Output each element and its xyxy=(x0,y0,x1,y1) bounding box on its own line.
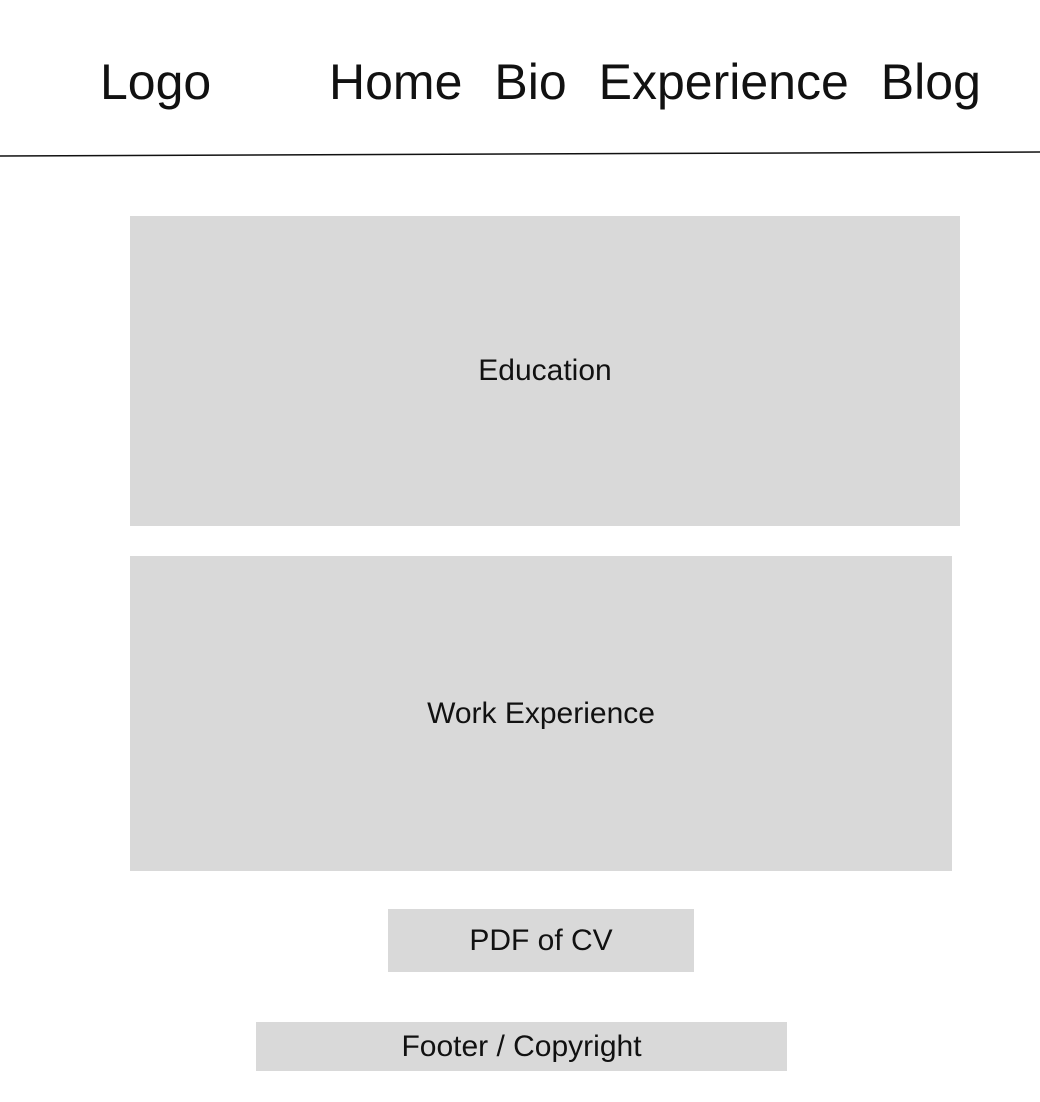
work-experience-label: Work Experience xyxy=(427,696,655,730)
footer: Footer / Copyright xyxy=(256,1022,787,1071)
work-experience-section: Work Experience xyxy=(130,556,952,871)
pdf-cv-label: PDF of CV xyxy=(469,923,613,957)
footer-text: Footer / Copyright xyxy=(401,1029,642,1063)
nav-home-link[interactable]: Home xyxy=(329,50,462,114)
main-nav: Home Bio Experience Blog xyxy=(329,50,981,114)
nav-blog-link[interactable]: Blog xyxy=(881,50,981,114)
education-label: Education xyxy=(478,354,612,387)
pdf-cv-button[interactable]: PDF of CV xyxy=(388,909,694,972)
nav-bio-link[interactable]: Bio xyxy=(494,50,566,114)
logo[interactable]: Logo xyxy=(100,50,211,114)
nav-experience-link[interactable]: Experience xyxy=(599,50,849,114)
education-section: Education xyxy=(130,216,960,526)
